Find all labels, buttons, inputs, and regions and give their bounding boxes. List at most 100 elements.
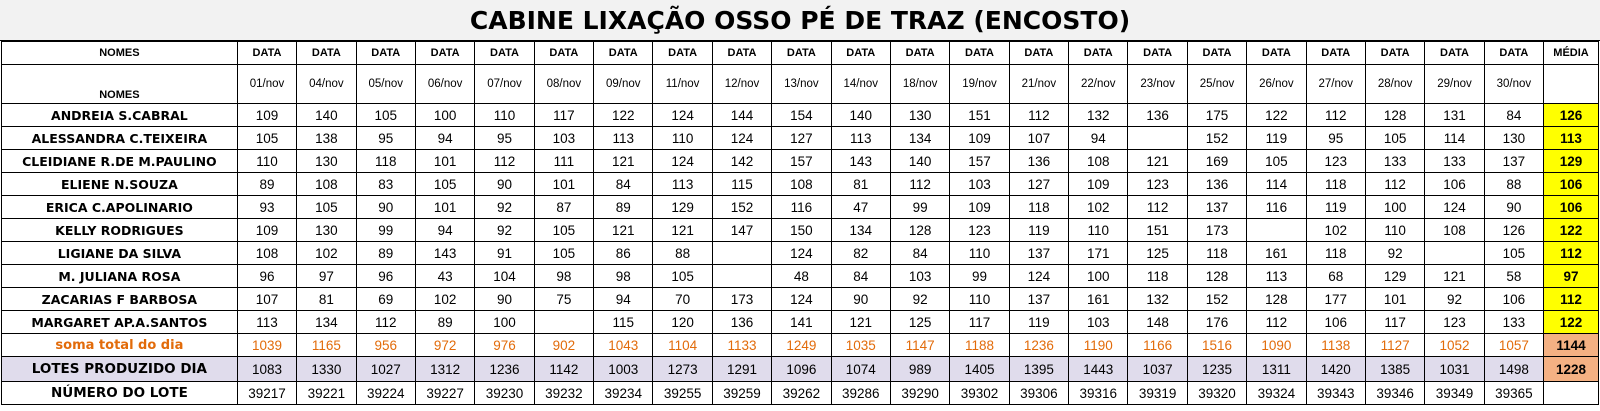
value-cell: 134 [889,126,951,150]
value-cell: 1236 [474,356,535,382]
value-cell: 92 [474,218,535,242]
lots-produced-row-label: LOTES PRODUZIDO DIA [1,356,238,382]
value-cell: 118 [1186,241,1248,265]
worker-name: ZACARIAS F BARBOSA [1,287,238,311]
value-cell: 125 [889,310,951,334]
value-cell: 101 [533,172,595,196]
value-cell: 1443 [1068,356,1129,382]
value-cell: 113 [236,310,298,334]
value-cell: 39227 [414,381,476,405]
value-cell: 127 [771,126,832,150]
value-cell: 108 [236,241,298,265]
value-cell: 169 [1186,149,1248,173]
value-cell: 109 [949,126,1010,150]
value-cell: 150 [771,218,832,242]
value-cell: 39349 [1424,381,1485,405]
value-cell: 1420 [1305,356,1366,382]
value-cell: 133 [1364,149,1426,173]
value-cell: 68 [1305,264,1366,288]
value-cell: 112 [1364,172,1426,196]
date-header: DATA [236,41,298,65]
value-cell: 119 [1305,195,1366,219]
value-cell: 110 [1364,218,1426,242]
value-cell [1246,218,1307,242]
value-cell: 39217 [236,381,298,405]
value-cell: 112 [1305,103,1366,127]
value-cell: 136 [1008,149,1070,173]
value-cell: 96 [236,264,298,288]
value-cell: 121 [1424,264,1485,288]
average-cell: 122 [1543,218,1599,242]
value-cell: 1096 [771,356,832,382]
value-cell: 117 [533,103,595,127]
table-row: ALESSANDRA C.TEIXEIRA 105 138 95 94 95 103 113 1… [1,126,1599,150]
value-cell: 123 [1127,172,1188,196]
value-cell: 100 [414,103,476,127]
date-cell: 11/nov [652,64,713,104]
value-cell: 39290 [889,381,951,405]
sheet-title: CABINE LIXAÇÃO OSSO PÉ DE TRAZ (ENCOSTO) [0,0,1600,41]
value-cell: 103 [1068,310,1129,334]
value-cell: 1405 [949,356,1010,382]
value-cell: 113 [652,172,713,196]
value-cell: 95 [355,126,416,150]
value-cell: 39320 [1186,381,1248,405]
value-cell: 102 [1068,195,1129,219]
lot-number-row-empty [1543,381,1599,405]
value-cell: 87 [533,195,595,219]
value-cell: 137 [1008,287,1070,311]
date-header: DATA [355,41,416,65]
worker-name: MARGARET AP.A.SANTOS [1,310,238,334]
value-cell: 129 [1364,264,1426,288]
value-cell: 106 [1305,310,1366,334]
value-cell: 161 [1246,241,1307,265]
value-cell: 102 [296,241,357,265]
value-cell: 128 [889,218,951,242]
value-cell: 90 [355,195,416,219]
value-cell: 119 [1008,310,1070,334]
value-cell: 132 [1068,103,1129,127]
date-header: DATA [949,41,1010,65]
value-cell: 99 [889,195,951,219]
average-cell: 113 [1543,126,1599,150]
value-cell: 152 [1186,287,1248,311]
date-cell: 26/nov [1246,64,1307,104]
value-cell: 161 [1068,287,1129,311]
value-cell: 106 [1483,287,1545,311]
value-cell: 98 [533,264,595,288]
value-cell: 120 [652,310,713,334]
value-cell: 127 [1008,172,1070,196]
value-cell: 81 [296,287,357,311]
value-cell: 1311 [1246,356,1307,382]
value-cell: 151 [1127,218,1188,242]
date-cell: 30/nov [1483,64,1545,104]
average-cell: 97 [1543,264,1599,288]
date-cell: 04/nov [296,64,357,104]
date-cell: 22/nov [1068,64,1129,104]
value-cell: 119 [1008,218,1070,242]
value-cell: 39221 [296,381,357,405]
value-cell: 39224 [355,381,416,405]
value-cell: 118 [355,149,416,173]
value-cell: 157 [771,149,832,173]
value-cell: 103 [533,126,595,150]
value-cell [711,241,773,265]
value-cell: 1236 [1008,333,1070,357]
value-cell: 1057 [1483,333,1545,357]
value-cell: 92 [1364,241,1426,265]
value-cell: 58 [1483,264,1545,288]
value-cell: 98 [593,264,654,288]
date-cell: 23/nov [1127,64,1188,104]
value-cell: 1165 [296,333,357,357]
value-cell: 148 [1127,310,1188,334]
value-cell: 39230 [474,381,535,405]
value-cell: 140 [296,103,357,127]
value-cell: 86 [593,241,654,265]
value-cell: 956 [355,333,416,357]
value-cell: 39259 [711,381,773,405]
value-cell: 114 [1246,172,1307,196]
value-cell: 1035 [830,333,891,357]
value-cell: 121 [1127,149,1188,173]
average-cell: 112 [1543,287,1599,311]
value-cell: 39319 [1127,381,1188,405]
